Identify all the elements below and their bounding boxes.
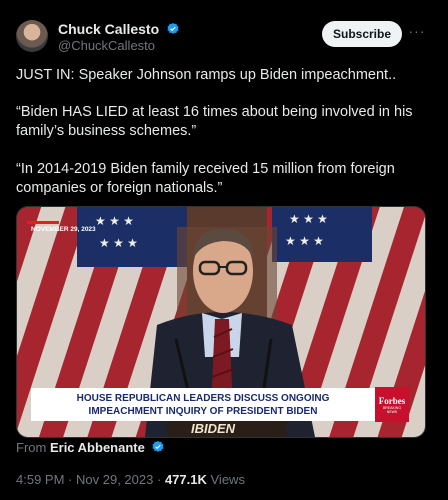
meta-separator: · xyxy=(156,472,162,487)
subscribe-button[interactable]: Subscribe xyxy=(322,21,402,47)
chyron-line-1: HOUSE REPUBLICAN LEADERS DISCUSS ONGOING xyxy=(76,392,330,404)
tweet-meta: 4:59 PM · Nov 29, 2023 · 477.1K Views xyxy=(16,472,245,487)
source-verified-badge-icon xyxy=(152,440,165,452)
video-date-tag: NOVEMBER 29, 2023 xyxy=(31,226,96,233)
forbes-brand-sub: BREAKING NEWS xyxy=(382,405,402,414)
podium-text: IBIDEN xyxy=(191,421,236,436)
chyron-line-2: IMPEACHMENT INQUIRY OF PRESIDENT BIDEN xyxy=(88,405,318,417)
tweet-line-3: “In 2014-2019 Biden family received 15 m… xyxy=(16,161,395,196)
forbes-logo: Forbes BREAKING NEWS xyxy=(375,387,409,422)
svg-text:★ ★ ★: ★ ★ ★ xyxy=(99,236,138,250)
author-name: Chuck Callesto xyxy=(58,21,160,37)
views-label: Views xyxy=(210,472,245,487)
forbes-brand: Forbes xyxy=(378,395,406,406)
author-handle[interactable]: @ChuckCallesto xyxy=(58,38,155,53)
video-chyron: HOUSE REPUBLICAN LEADERS DISCUSS ONGOING… xyxy=(31,388,375,421)
svg-text:★ ★ ★: ★ ★ ★ xyxy=(95,214,134,228)
video-player[interactable]: ★ ★ ★ ★ ★ ★ ★ ★ ★ ★ ★ ★ NOVEMBER 29, 202… xyxy=(16,206,426,438)
source-prefix: From xyxy=(16,440,47,455)
verified-badge-icon xyxy=(167,22,179,34)
svg-text:★ ★ ★: ★ ★ ★ xyxy=(285,234,324,248)
source-name[interactable]: Eric Abbenante xyxy=(50,440,145,455)
meta-separator: · xyxy=(68,472,73,487)
more-options-icon[interactable]: ··· xyxy=(408,24,426,41)
views-count: 477.1K xyxy=(164,472,207,487)
tweet-time[interactable]: 4:59 PM xyxy=(16,472,64,487)
svg-text:★ ★ ★: ★ ★ ★ xyxy=(289,212,328,226)
avatar[interactable] xyxy=(16,20,48,52)
source-attribution: From Eric Abbenante xyxy=(16,440,165,455)
tweet-line-2: “Biden HAS LIED at least 16 times about … xyxy=(16,104,413,139)
tweet-date[interactable]: Nov 29, 2023 xyxy=(76,472,153,487)
author-name-link[interactable]: Chuck Callesto xyxy=(58,21,180,37)
tweet-line-1: JUST IN: Speaker Johnson ramps up Biden … xyxy=(16,67,397,83)
